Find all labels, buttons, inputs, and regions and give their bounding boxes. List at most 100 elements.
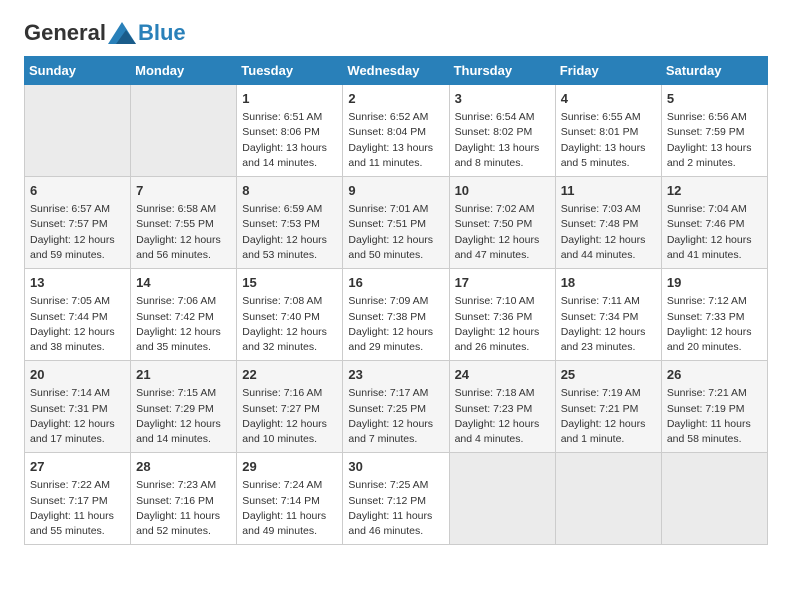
calendar-table: SundayMondayTuesdayWednesdayThursdayFrid…	[24, 56, 768, 545]
day-info: Sunrise: 7:16 AMSunset: 7:27 PMDaylight:…	[242, 386, 337, 447]
calendar-day: 10 Sunrise: 7:02 AMSunset: 7:50 PMDayligh…	[449, 177, 555, 269]
day-number: 22	[242, 366, 337, 384]
calendar-week-row: 13 Sunrise: 7:05 AMSunset: 7:44 PMDayligh…	[25, 269, 768, 361]
calendar-day: 16 Sunrise: 7:09 AMSunset: 7:38 PMDayligh…	[343, 269, 449, 361]
calendar-day: 24Sunrise: 7:18 AMSunset: 7:23 PMDayligh…	[449, 361, 555, 453]
calendar-day: 23Sunrise: 7:17 AMSunset: 7:25 PMDayligh…	[343, 361, 449, 453]
calendar-week-row: 6 Sunrise: 6:57 AMSunset: 7:57 PMDaylight…	[25, 177, 768, 269]
day-info: Sunrise: 7:17 AMSunset: 7:25 PMDaylight:…	[348, 386, 443, 447]
calendar-day: 25 Sunrise: 7:19 AMSunset: 7:21 PMDayligh…	[555, 361, 661, 453]
calendar-day: 22 Sunrise: 7:16 AMSunset: 7:27 PMDayligh…	[237, 361, 343, 453]
calendar-header-row: SundayMondayTuesdayWednesdayThursdayFrid…	[25, 57, 768, 85]
calendar-day	[661, 453, 767, 545]
weekday-header: Wednesday	[343, 57, 449, 85]
day-info: Sunrise: 7:03 AMSunset: 7:48 PMDaylight:…	[561, 202, 656, 263]
logo: General Blue	[24, 20, 186, 46]
calendar-day: 26 Sunrise: 7:21 AMSunset: 7:19 PMDayligh…	[661, 361, 767, 453]
calendar-day	[555, 453, 661, 545]
calendar-day	[449, 453, 555, 545]
day-info: Sunrise: 7:08 AMSunset: 7:40 PMDaylight:…	[242, 294, 337, 355]
day-number: 16	[348, 274, 443, 292]
calendar-day: 3Sunrise: 6:54 AMSunset: 8:02 PMDaylight…	[449, 85, 555, 177]
day-number: 24	[455, 366, 550, 384]
weekday-header: Monday	[131, 57, 237, 85]
day-info: Sunrise: 7:02 AMSunset: 7:50 PMDaylight:…	[455, 202, 550, 263]
calendar-week-row: 20Sunrise: 7:14 AMSunset: 7:31 PMDayligh…	[25, 361, 768, 453]
calendar-day: 14 Sunrise: 7:06 AMSunset: 7:42 PMDayligh…	[131, 269, 237, 361]
day-info: Sunrise: 7:04 AMSunset: 7:46 PMDaylight:…	[667, 202, 762, 263]
day-info: Sunrise: 7:06 AMSunset: 7:42 PMDaylight:…	[136, 294, 231, 355]
calendar-day: 2 Sunrise: 6:52 AMSunset: 8:04 PMDaylight…	[343, 85, 449, 177]
day-number: 18	[561, 274, 656, 292]
day-info: Sunrise: 6:57 AMSunset: 7:57 PMDaylight:…	[30, 202, 125, 263]
day-info: Sunrise: 7:09 AMSunset: 7:38 PMDaylight:…	[348, 294, 443, 355]
day-info: Sunrise: 6:59 AMSunset: 7:53 PMDaylight:…	[242, 202, 337, 263]
logo-general-text: General	[24, 20, 106, 46]
day-number: 5	[667, 90, 762, 108]
day-number: 14	[136, 274, 231, 292]
day-number: 25	[561, 366, 656, 384]
day-info: Sunrise: 6:56 AMSunset: 7:59 PMDaylight:…	[667, 110, 762, 171]
calendar-day: 9 Sunrise: 7:01 AMSunset: 7:51 PMDaylight…	[343, 177, 449, 269]
calendar-day: 30 Sunrise: 7:25 AMSunset: 7:12 PMDayligh…	[343, 453, 449, 545]
weekday-header: Sunday	[25, 57, 131, 85]
calendar-week-row: 27 Sunrise: 7:22 AMSunset: 7:17 PMDayligh…	[25, 453, 768, 545]
calendar-day: 12 Sunrise: 7:04 AMSunset: 7:46 PMDayligh…	[661, 177, 767, 269]
day-info: Sunrise: 6:58 AMSunset: 7:55 PMDaylight:…	[136, 202, 231, 263]
calendar-body: 1Sunrise: 6:51 AMSunset: 8:06 PMDaylight…	[25, 85, 768, 545]
day-number: 9	[348, 182, 443, 200]
calendar-day: 15 Sunrise: 7:08 AMSunset: 7:40 PMDayligh…	[237, 269, 343, 361]
day-info: Sunrise: 7:05 AMSunset: 7:44 PMDaylight:…	[30, 294, 125, 355]
day-info: Sunrise: 6:55 AMSunset: 8:01 PMDaylight:…	[561, 110, 656, 171]
day-info: Sunrise: 7:15 AMSunset: 7:29 PMDaylight:…	[136, 386, 231, 447]
day-number: 27	[30, 458, 125, 476]
weekday-header: Thursday	[449, 57, 555, 85]
day-number: 29	[242, 458, 337, 476]
calendar-day: 13 Sunrise: 7:05 AMSunset: 7:44 PMDayligh…	[25, 269, 131, 361]
calendar-day	[25, 85, 131, 177]
day-number: 17	[455, 274, 550, 292]
calendar-day: 7 Sunrise: 6:58 AMSunset: 7:55 PMDaylight…	[131, 177, 237, 269]
calendar-day: 8 Sunrise: 6:59 AMSunset: 7:53 PMDaylight…	[237, 177, 343, 269]
logo-icon	[108, 22, 136, 44]
day-info: Sunrise: 7:01 AMSunset: 7:51 PMDaylight:…	[348, 202, 443, 263]
calendar-day: 29 Sunrise: 7:24 AMSunset: 7:14 PMDayligh…	[237, 453, 343, 545]
calendar-day	[131, 85, 237, 177]
day-info: Sunrise: 7:23 AMSunset: 7:16 PMDaylight:…	[136, 478, 231, 539]
day-info: Sunrise: 7:10 AMSunset: 7:36 PMDaylight:…	[455, 294, 550, 355]
calendar-day: 1Sunrise: 6:51 AMSunset: 8:06 PMDaylight…	[237, 85, 343, 177]
day-number: 26	[667, 366, 762, 384]
day-number: 8	[242, 182, 337, 200]
day-number: 2	[348, 90, 443, 108]
calendar-week-row: 1Sunrise: 6:51 AMSunset: 8:06 PMDaylight…	[25, 85, 768, 177]
calendar-day: 19 Sunrise: 7:12 AMSunset: 7:33 PMDayligh…	[661, 269, 767, 361]
day-number: 21	[136, 366, 231, 384]
day-number: 10	[455, 182, 550, 200]
page-header: General Blue	[24, 20, 768, 46]
day-info: Sunrise: 7:19 AMSunset: 7:21 PMDaylight:…	[561, 386, 656, 447]
calendar-day: 4 Sunrise: 6:55 AMSunset: 8:01 PMDaylight…	[555, 85, 661, 177]
day-number: 7	[136, 182, 231, 200]
day-info: Sunrise: 7:11 AMSunset: 7:34 PMDaylight:…	[561, 294, 656, 355]
calendar-day: 17 Sunrise: 7:10 AMSunset: 7:36 PMDayligh…	[449, 269, 555, 361]
weekday-header: Saturday	[661, 57, 767, 85]
day-number: 20	[30, 366, 125, 384]
weekday-header: Tuesday	[237, 57, 343, 85]
day-info: Sunrise: 6:52 AMSunset: 8:04 PMDaylight:…	[348, 110, 443, 171]
calendar-day: 18 Sunrise: 7:11 AMSunset: 7:34 PMDayligh…	[555, 269, 661, 361]
calendar-day: 6 Sunrise: 6:57 AMSunset: 7:57 PMDaylight…	[25, 177, 131, 269]
calendar-day: 20Sunrise: 7:14 AMSunset: 7:31 PMDayligh…	[25, 361, 131, 453]
day-info: Sunrise: 7:21 AMSunset: 7:19 PMDaylight:…	[667, 386, 762, 447]
day-info: Sunrise: 7:12 AMSunset: 7:33 PMDaylight:…	[667, 294, 762, 355]
day-number: 12	[667, 182, 762, 200]
day-number: 15	[242, 274, 337, 292]
day-number: 13	[30, 274, 125, 292]
day-number: 19	[667, 274, 762, 292]
day-number: 4	[561, 90, 656, 108]
day-info: Sunrise: 7:22 AMSunset: 7:17 PMDaylight:…	[30, 478, 125, 539]
day-info: Sunrise: 7:25 AMSunset: 7:12 PMDaylight:…	[348, 478, 443, 539]
day-number: 30	[348, 458, 443, 476]
day-info: Sunrise: 7:24 AMSunset: 7:14 PMDaylight:…	[242, 478, 337, 539]
day-number: 6	[30, 182, 125, 200]
logo-blue-text: Blue	[138, 20, 186, 46]
